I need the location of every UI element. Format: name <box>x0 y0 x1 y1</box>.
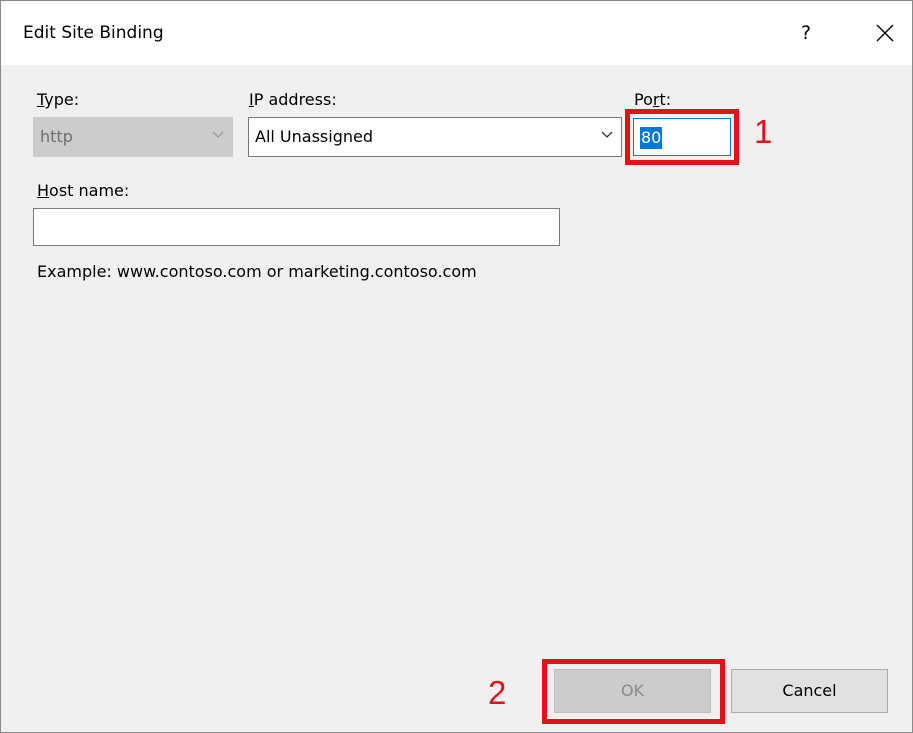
example-hint: Example: www.contoso.com or marketing.co… <box>37 262 477 281</box>
close-button[interactable] <box>865 15 905 51</box>
annotation-step-1: 1 <box>754 113 773 150</box>
ip-address-select-value: All Unassigned <box>255 127 373 146</box>
edit-site-binding-dialog: Edit Site Binding ? Type: http IP addres… <box>0 0 913 733</box>
chevron-down-icon <box>601 131 613 138</box>
annotation-highlight-ok <box>542 659 725 724</box>
type-select[interactable]: http <box>33 117 233 157</box>
chevron-down-icon <box>212 131 224 138</box>
host-name-input[interactable] <box>33 208 560 246</box>
type-select-value: http <box>40 127 73 146</box>
close-icon <box>876 24 894 42</box>
annotation-step-2: 2 <box>488 674 507 711</box>
ip-address-select[interactable]: All Unassigned <box>248 117 622 157</box>
cancel-button[interactable]: Cancel <box>731 669 888 713</box>
dialog-title: Edit Site Binding <box>23 23 164 43</box>
title-bar: Edit Site Binding ? <box>1 1 912 65</box>
annotation-highlight-port <box>625 109 739 165</box>
ip-address-label: IP address: <box>249 90 337 109</box>
type-label: Type: <box>37 90 80 109</box>
port-label: Port: <box>634 90 672 109</box>
help-button[interactable]: ? <box>786 15 826 51</box>
host-name-label: Host name: <box>37 181 130 200</box>
